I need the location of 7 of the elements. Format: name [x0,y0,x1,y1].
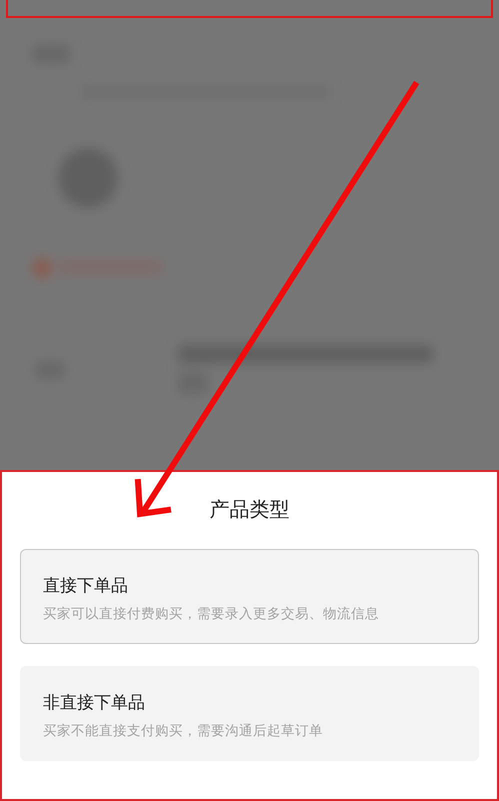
option-description: 买家不能直接支付购买，需要沟通后起草订单 [43,722,324,740]
option-card[interactable]: 非直接下单品 买家不能直接支付购买，需要沟通后起草订单 [20,666,479,761]
option-title: 直接下单品 [43,575,129,597]
option-description: 买家可以直接付费购买，需要录入更多交易、物流信息 [43,605,380,623]
option-title: 非直接下单品 [43,692,146,714]
option-card[interactable]: 直接下单品 买家可以直接付费购买，需要录入更多交易、物流信息 [20,549,479,644]
sheet-title: 产品类型 [210,496,290,523]
